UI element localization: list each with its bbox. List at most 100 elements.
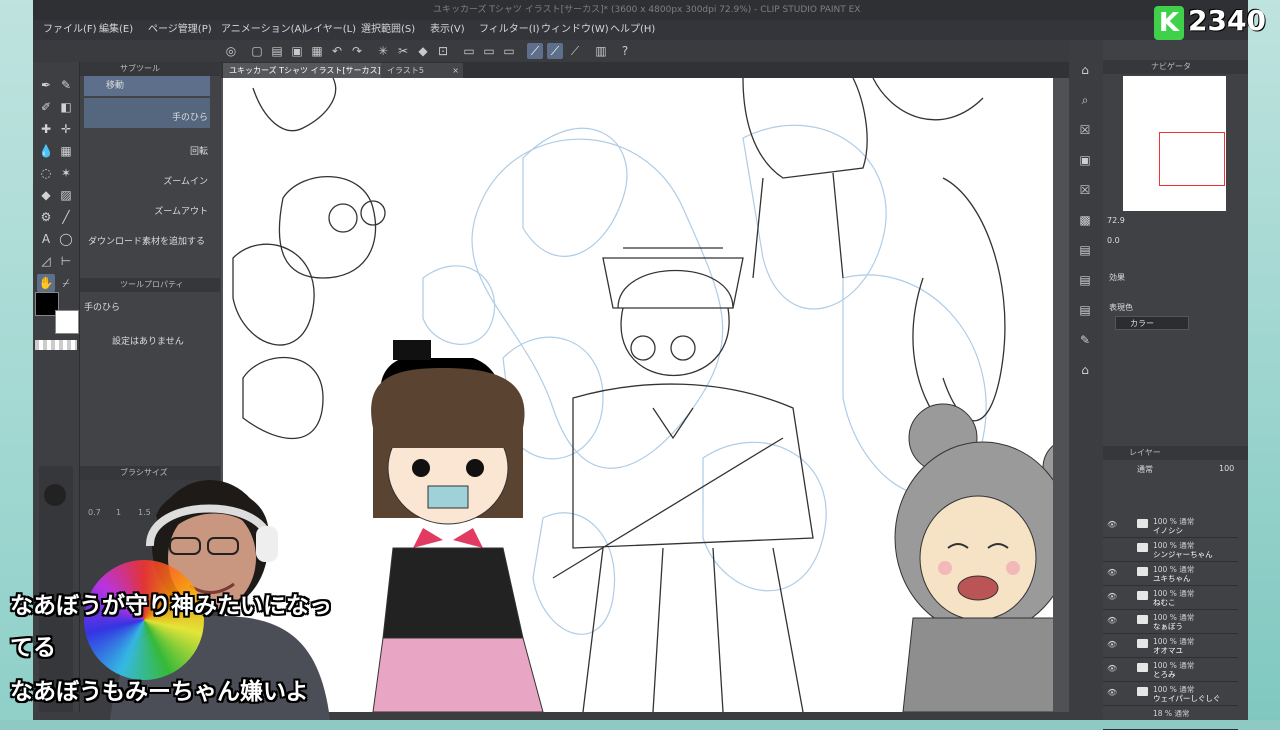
- navigator-preview[interactable]: [1123, 76, 1226, 211]
- edit-icon[interactable]: ✎: [1075, 330, 1095, 350]
- open-file-icon[interactable]: ▤: [269, 43, 285, 59]
- menu-filter[interactable]: フィルター(I): [479, 20, 540, 40]
- search-icon[interactable]: ⌕: [1075, 90, 1095, 110]
- tab-illust5[interactable]: イラスト5 ×: [381, 63, 463, 78]
- balloon-tool-icon[interactable]: ◯: [57, 230, 75, 248]
- print-icon[interactable]: ▦: [309, 43, 325, 59]
- eye-icon[interactable]: 👁: [1107, 640, 1117, 649]
- layer-row[interactable]: 👁 100 % 通常 オオマユ: [1103, 634, 1238, 658]
- pencil-tool-icon[interactable]: ✎: [57, 76, 75, 94]
- clear-icon[interactable]: ✂: [395, 43, 411, 59]
- no-settings-note: 設定はありません: [112, 337, 184, 347]
- export-icon[interactable]: ⌂: [1075, 360, 1095, 380]
- eye-icon[interactable]: 👁: [1107, 568, 1117, 577]
- settings-icon[interactable]: ▥: [593, 43, 609, 59]
- layer-row[interactable]: 👁 100 % 通常 イノシシ: [1103, 514, 1238, 538]
- ruler-tool-icon[interactable]: ⊢: [57, 252, 75, 270]
- frame-tool-icon[interactable]: ◿: [37, 252, 55, 270]
- subtool-hand-label: 手のひら: [171, 113, 208, 123]
- hand-tool-icon[interactable]: ✋: [37, 274, 55, 292]
- menu-window[interactable]: ウィンドウ(W): [541, 20, 609, 40]
- help-icon[interactable]: ?: [617, 43, 633, 59]
- busy-icon[interactable]: ✳: [375, 43, 391, 59]
- redo-icon[interactable]: ↷: [349, 43, 365, 59]
- subtool-zoom-out[interactable]: ズームアウト: [84, 202, 210, 222]
- menu-selection[interactable]: 選択範囲(S): [361, 20, 415, 40]
- layer-row[interactable]: 👁 100 % 通常 ユキちゃん: [1103, 562, 1238, 586]
- fill-icon[interactable]: ◆: [415, 43, 431, 59]
- transform-icon[interactable]: ⊡: [435, 43, 451, 59]
- lasso-tool-icon[interactable]: ◌: [37, 164, 55, 182]
- eye-icon[interactable]: 👁: [1107, 616, 1117, 625]
- snap-ruler-icon[interactable]: ⟋: [527, 43, 543, 59]
- eye-icon[interactable]: 👁: [1107, 520, 1117, 529]
- grid-tool-icon[interactable]: ▦: [57, 142, 75, 160]
- layer-row[interactable]: 18 % 通常: [1103, 706, 1238, 730]
- layer-row[interactable]: 👁 100 % 通常 とろみ: [1103, 658, 1238, 682]
- pen-tool-icon[interactable]: ✒: [37, 76, 55, 94]
- tool-property-name: 手のひら: [84, 303, 121, 313]
- app-icon[interactable]: ◎: [223, 43, 239, 59]
- menu-view[interactable]: 表示(V): [430, 20, 465, 40]
- layer-row[interactable]: 👁 100 % 通常 ウェイパーしぐしぐ: [1103, 682, 1238, 706]
- eye-icon[interactable]: 👁: [1107, 664, 1117, 673]
- menu-file[interactable]: ファイル(F): [43, 20, 97, 40]
- import-icon[interactable]: ▤: [1075, 300, 1095, 320]
- subtool-zoom-in[interactable]: ズームイン: [84, 172, 210, 192]
- subtool-rotate[interactable]: 回転: [84, 142, 210, 162]
- material-icon[interactable]: ⌂: [1075, 60, 1095, 80]
- layer-row[interactable]: 100 % 通常 シンジャーちゃん: [1103, 538, 1238, 562]
- eyedropper-tool-icon[interactable]: ⌿: [57, 274, 75, 292]
- nav-angle-value[interactable]: 0.0: [1107, 236, 1120, 245]
- undo-icon[interactable]: ↶: [329, 43, 345, 59]
- blend-tool-icon[interactable]: 💧: [37, 142, 55, 160]
- brush-tool-icon[interactable]: ✐: [37, 98, 55, 116]
- text-tool-icon[interactable]: A: [37, 230, 55, 248]
- layer-blend-mode[interactable]: 通常: [1137, 464, 1153, 475]
- layer-name: ユキちゃん: [1153, 574, 1191, 583]
- eraser-tool-icon[interactable]: ◧: [57, 98, 75, 116]
- transparent-color-swatch[interactable]: [35, 340, 77, 350]
- menu-bar: ファイル(F) 編集(E) ページ管理(P) アニメーション(A) レイヤー(L…: [33, 20, 1248, 40]
- tab-circus[interactable]: ユキッカーズ Tシャツ イラスト[サーカス]* ×: [223, 63, 400, 78]
- selection-icon[interactable]: ▭: [501, 43, 517, 59]
- deco-tool-icon[interactable]: ✚: [37, 120, 55, 138]
- layer-opacity[interactable]: 100: [1219, 464, 1234, 473]
- menu-help[interactable]: ヘルプ(H): [610, 20, 655, 40]
- subtool-move[interactable]: 移動: [84, 76, 210, 96]
- fill-tool-icon[interactable]: ◆: [37, 186, 55, 204]
- line-tool-icon[interactable]: ╱: [57, 208, 75, 226]
- copy-icon[interactable]: ▤: [1075, 240, 1095, 260]
- navigator-viewport[interactable]: [1159, 132, 1225, 186]
- subtool-hand[interactable]: 手のひら: [84, 98, 210, 128]
- operation-tool-icon[interactable]: ⚙: [37, 208, 55, 226]
- deselect-icon[interactable]: ▭: [461, 43, 477, 59]
- expression-color-select[interactable]: カラー: [1115, 316, 1189, 330]
- layer-row[interactable]: 👁 100 % 通常 なぁぼう: [1103, 610, 1238, 634]
- color-wheel[interactable]: [84, 560, 204, 680]
- eye-icon[interactable]: 👁: [1107, 688, 1117, 697]
- new-file-icon[interactable]: ▢: [249, 43, 265, 59]
- menu-edit[interactable]: 編集(E): [99, 20, 133, 40]
- save-icon[interactable]: ▣: [289, 43, 305, 59]
- eye-icon[interactable]: 👁: [1107, 592, 1117, 601]
- layer-row[interactable]: 👁 100 % 通常 ねむこ: [1103, 586, 1238, 610]
- nav-zoom-value[interactable]: 72.9: [1107, 216, 1125, 225]
- invert-icon[interactable]: ▭: [481, 43, 497, 59]
- tone-icon[interactable]: ▩: [1075, 210, 1095, 230]
- auto-select-tool-icon[interactable]: ✶: [57, 164, 75, 182]
- layer-property-icon[interactable]: ☒: [1075, 120, 1095, 140]
- history-icon[interactable]: ▣: [1075, 150, 1095, 170]
- menu-layer[interactable]: レイヤー(L): [303, 20, 356, 40]
- paste-icon[interactable]: ▤: [1075, 270, 1095, 290]
- sub-color-swatch[interactable]: [55, 310, 79, 334]
- folder-icon: [1137, 519, 1148, 528]
- snap-grid-icon[interactable]: ⟋: [567, 43, 583, 59]
- menu-animation[interactable]: アニメーション(A): [221, 20, 305, 40]
- snap-special-ruler-icon[interactable]: ⟋: [547, 43, 563, 59]
- clear-layer-icon[interactable]: ☒: [1075, 180, 1095, 200]
- menu-page[interactable]: ページ管理(P): [148, 20, 212, 40]
- add-material-button[interactable]: ダウンロード素材を追加する: [84, 232, 210, 252]
- gradient-tool-icon[interactable]: ▨: [57, 186, 75, 204]
- move-tool-icon[interactable]: ✛: [57, 120, 75, 138]
